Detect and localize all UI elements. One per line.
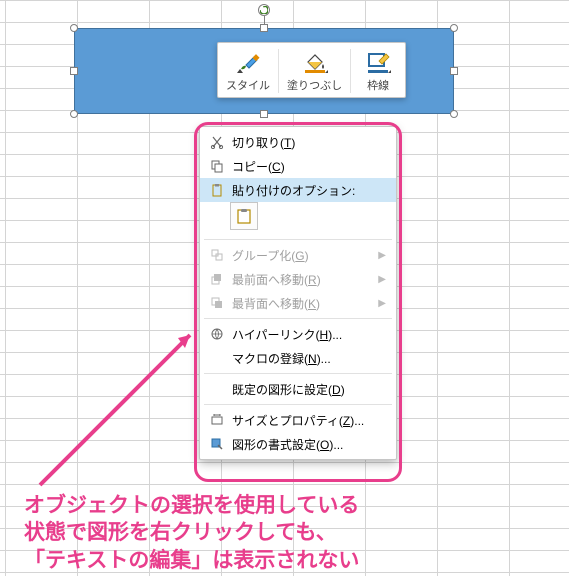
caption-line: 「テキストの編集」は表示されない (24, 547, 359, 574)
clipboard-icon (235, 207, 253, 225)
paste-default-button[interactable] (230, 202, 258, 230)
menu-label: 最背面へ移動(K) (228, 295, 378, 312)
menu-bring-front: 最前面へ移動(R) ▶ (200, 267, 396, 291)
separator (204, 404, 392, 405)
resize-handle[interactable] (260, 110, 268, 118)
separator (204, 239, 392, 240)
menu-paste-options[interactable]: 貼り付けのオプション: (200, 178, 396, 202)
resize-handle[interactable] (450, 67, 458, 75)
annotation-caption: オブジェクトの選択を使用している 状態で図形を右クリックしても、 「テキストの編… (24, 492, 359, 574)
style-icon (234, 49, 262, 75)
context-menu: 切り取り(T) コピー(C) 貼り付けのオプション: グループ化(G) ▶ 最前… (199, 126, 397, 460)
menu-size-properties[interactable]: サイズとプロパティ(Z)... (200, 408, 396, 432)
menu-label: コピー(C) (228, 158, 386, 175)
menu-send-back: 最背面へ移動(K) ▶ (200, 291, 396, 315)
paste-icon (206, 183, 228, 197)
caption-line: 状態で図形を右クリックしても、 (24, 519, 359, 546)
menu-cut[interactable]: 切り取り(T) (200, 130, 396, 154)
outline-label: 枠線 (367, 77, 389, 93)
size-icon (206, 413, 228, 427)
resize-handle[interactable] (260, 24, 268, 32)
menu-label: マクロの登録(N)... (228, 350, 386, 367)
menu-label: グループ化(G) (228, 247, 378, 264)
fill-icon (301, 49, 329, 75)
menu-label: ハイパーリンク(H)... (228, 326, 386, 343)
separator (204, 318, 392, 319)
resize-handle[interactable] (70, 24, 78, 32)
rotate-handle[interactable] (258, 4, 270, 16)
send-back-icon (206, 296, 228, 310)
resize-handle[interactable] (450, 24, 458, 32)
menu-format-shape[interactable]: 図形の書式設定(O)... (200, 432, 396, 456)
bring-front-icon (206, 272, 228, 286)
menu-label: 既定の図形に設定(D) (228, 381, 386, 398)
paste-option-row (200, 202, 396, 236)
style-button[interactable]: スタイル (220, 47, 276, 95)
menu-set-default[interactable]: 既定の図形に設定(D) (200, 377, 396, 401)
copy-icon (206, 159, 228, 173)
resize-handle[interactable] (70, 110, 78, 118)
resize-handle[interactable] (450, 110, 458, 118)
separator (278, 49, 279, 93)
style-label: スタイル (226, 77, 270, 93)
submenu-arrow-icon: ▶ (378, 274, 386, 285)
fill-label: 塗りつぶし (287, 77, 342, 93)
submenu-arrow-icon: ▶ (378, 250, 386, 261)
submenu-arrow-icon: ▶ (378, 298, 386, 309)
separator (204, 373, 392, 374)
menu-label: サイズとプロパティ(Z)... (228, 412, 386, 429)
menu-label: 切り取り(T) (228, 134, 386, 151)
format-shape-icon (206, 437, 228, 451)
menu-label: 最前面へ移動(R) (228, 271, 378, 288)
menu-label: 図形の書式設定(O)... (228, 436, 386, 453)
outline-button[interactable]: 枠線 (353, 47, 403, 95)
separator (350, 49, 351, 93)
menu-group: グループ化(G) ▶ (200, 243, 396, 267)
mini-toolbar: スタイル 塗りつぶし 枠線 (217, 42, 406, 98)
menu-hyperlink[interactable]: ハイパーリンク(H)... (200, 322, 396, 346)
resize-handle[interactable] (70, 67, 78, 75)
outline-icon (364, 49, 392, 75)
group-icon (206, 248, 228, 262)
cut-icon (206, 135, 228, 149)
menu-macro[interactable]: マクロの登録(N)... (200, 346, 396, 370)
fill-button[interactable]: 塗りつぶし (281, 47, 348, 95)
hyperlink-icon (206, 327, 228, 341)
menu-copy[interactable]: コピー(C) (200, 154, 396, 178)
menu-label: 貼り付けのオプション: (228, 182, 386, 199)
caption-line: オブジェクトの選択を使用している (24, 492, 359, 519)
